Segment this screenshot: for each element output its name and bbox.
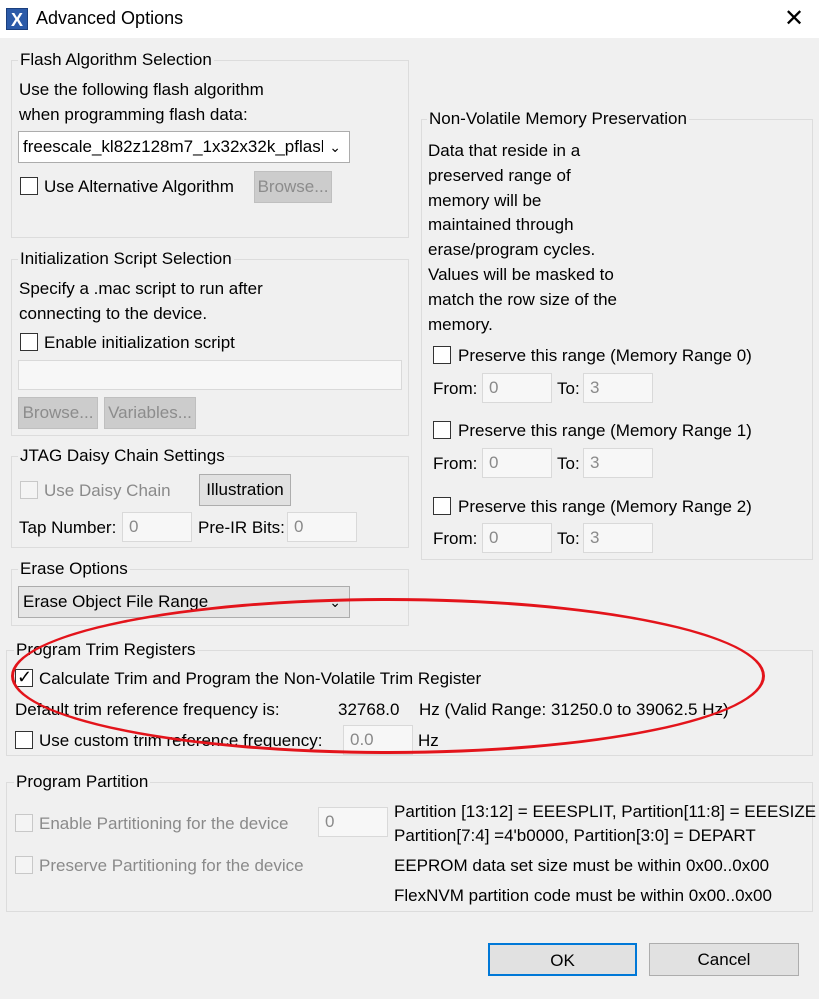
init-variables-button[interactable]: Variables... bbox=[104, 397, 196, 429]
calc-trim-label: Calculate Trim and Program the Non-Volat… bbox=[39, 669, 482, 688]
range-1-from-field[interactable]: 0 bbox=[482, 448, 552, 478]
nvm-desc-line: memory will be bbox=[428, 190, 542, 210]
erase-options-select[interactable]: Erase Object File Range ⌄ bbox=[18, 586, 350, 618]
nvm-desc-line: preserved range of bbox=[428, 165, 571, 185]
enable-partitioning-label: Enable Partitioning for the device bbox=[39, 814, 289, 833]
use-daisy-chain-label: Use Daisy Chain bbox=[44, 481, 171, 500]
preserve-range-0-checkbox[interactable] bbox=[433, 346, 451, 364]
calc-trim-checkbox[interactable] bbox=[15, 667, 33, 688]
enable-init-script-checkbox[interactable] bbox=[20, 333, 38, 351]
chevron-down-icon: ⌄ bbox=[329, 139, 341, 155]
app-icon: X bbox=[6, 8, 28, 30]
partition-value-field[interactable]: 0 bbox=[318, 807, 388, 837]
custom-trim-label: Use custom trim reference frequency: bbox=[39, 731, 323, 750]
pre-ir-bits-field[interactable]: 0 bbox=[287, 512, 357, 542]
cancel-button[interactable]: Cancel bbox=[649, 943, 799, 976]
preserve-range-1-label: Preserve this range (Memory Range 1) bbox=[458, 421, 752, 440]
flash-browse-button[interactable]: Browse... bbox=[254, 171, 332, 203]
partition-info-line4: FlexNVM partition code must be within 0x… bbox=[394, 886, 772, 905]
preserve-range-1-checkbox[interactable] bbox=[433, 421, 451, 439]
preserve-range-2-label: Preserve this range (Memory Range 2) bbox=[458, 497, 752, 516]
enable-init-script-label: Enable initialization script bbox=[44, 333, 235, 352]
range-2-to-label: To: bbox=[557, 529, 580, 548]
nvm-desc-line: memory. bbox=[428, 314, 493, 334]
erase-options-value: Erase Object File Range bbox=[23, 592, 209, 611]
custom-trim-checkbox[interactable] bbox=[15, 731, 33, 749]
range-0-to-label: To: bbox=[557, 379, 580, 398]
preserve-partitioning-label: Preserve Partitioning for the device bbox=[39, 856, 304, 875]
init-script-legend: Initialization Script Selection bbox=[18, 249, 234, 269]
enable-partitioning-checkbox[interactable] bbox=[15, 814, 33, 832]
range-2-from-field[interactable]: 0 bbox=[482, 523, 552, 553]
window-title: Advanced Options bbox=[36, 8, 184, 28]
range-2-to-field[interactable]: 3 bbox=[583, 523, 653, 553]
nvm-desc-line: maintained through bbox=[428, 215, 574, 235]
close-icon[interactable]: ✕ bbox=[778, 4, 810, 34]
nvm-legend: Non-Volatile Memory Preservation bbox=[427, 109, 689, 129]
chevron-down-icon: ⌄ bbox=[329, 594, 341, 610]
ok-button[interactable]: OK bbox=[488, 943, 637, 976]
range-0-to-field[interactable]: 3 bbox=[583, 373, 653, 403]
tap-number-label: Tap Number: bbox=[19, 518, 117, 537]
partition-legend: Program Partition bbox=[14, 772, 151, 792]
range-0-from-field[interactable]: 0 bbox=[482, 373, 552, 403]
range-1-to-field[interactable]: 3 bbox=[583, 448, 653, 478]
custom-trim-unit: Hz bbox=[418, 731, 439, 750]
trim-registers-legend: Program Trim Registers bbox=[14, 640, 198, 660]
init-script-path-field[interactable] bbox=[18, 360, 402, 390]
illustration-button[interactable]: Illustration bbox=[199, 474, 291, 506]
flash-algorithm-legend: Flash Algorithm Selection bbox=[18, 50, 214, 70]
use-daisy-chain-checkbox[interactable] bbox=[20, 481, 38, 499]
title-bar: X Advanced Options ✕ bbox=[0, 0, 819, 39]
preserve-range-2-checkbox[interactable] bbox=[433, 497, 451, 515]
init-browse-button[interactable]: Browse... bbox=[18, 397, 98, 429]
tap-number-field[interactable]: 0 bbox=[122, 512, 192, 542]
init-desc-line1: Specify a .mac script to run after bbox=[19, 279, 263, 298]
use-alt-algorithm-label: Use Alternative Algorithm bbox=[44, 177, 234, 196]
init-desc-line2: connecting to the device. bbox=[19, 304, 208, 323]
preserve-range-0-label: Preserve this range (Memory Range 0) bbox=[458, 346, 752, 365]
preserve-partitioning-checkbox[interactable] bbox=[15, 856, 33, 874]
nvm-desc-line: match the row size of the bbox=[428, 289, 617, 309]
default-trim-label: Default trim reference frequency is: bbox=[15, 700, 280, 719]
use-alt-algorithm-checkbox[interactable] bbox=[20, 177, 38, 195]
partition-info-line2: Partition[7:4] =4'b0000, Partition[3:0] … bbox=[394, 826, 756, 845]
partition-info-line1: Partition [13:12] = EEESPLIT, Partition[… bbox=[394, 802, 817, 821]
flash-desc-line1: Use the following flash algorithm bbox=[19, 80, 264, 99]
erase-options-legend: Erase Options bbox=[18, 559, 130, 579]
nvm-desc-line: Data that reside in a bbox=[428, 141, 581, 160]
flash-algorithm-value: freescale_kl82z128m7_1x32x32k_pflash bbox=[23, 137, 323, 156]
range-2-from-label: From: bbox=[433, 529, 478, 548]
range-1-to-label: To: bbox=[557, 454, 580, 473]
partition-info-line3: EEPROM data set size must be within 0x00… bbox=[394, 856, 770, 875]
range-0-from-label: From: bbox=[433, 379, 478, 398]
pre-ir-bits-label: Pre-IR Bits: bbox=[198, 518, 285, 537]
nvm-desc-line: Values will be masked to bbox=[428, 264, 614, 284]
flash-desc-line2: when programming flash data: bbox=[19, 105, 248, 124]
range-1-from-label: From: bbox=[433, 454, 478, 473]
jtag-legend: JTAG Daisy Chain Settings bbox=[18, 446, 227, 466]
default-trim-value: 32768.0 bbox=[338, 700, 400, 719]
custom-trim-field[interactable]: 0.0 bbox=[343, 725, 413, 755]
nvm-description: Data that reside in a preserved range of… bbox=[428, 139, 617, 337]
nvm-desc-line: erase/program cycles. bbox=[428, 240, 596, 260]
valid-range-text: Hz (Valid Range: 31250.0 to 39062.5 Hz) bbox=[419, 700, 729, 719]
flash-algorithm-select[interactable]: freescale_kl82z128m7_1x32x32k_pflash ⌄ bbox=[18, 131, 350, 163]
